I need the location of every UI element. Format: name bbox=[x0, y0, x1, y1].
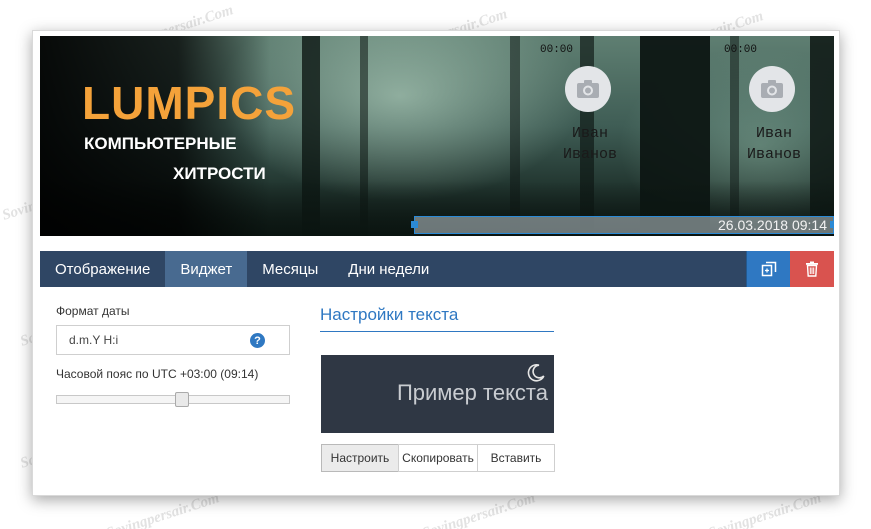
tab-widget[interactable]: Виджет bbox=[165, 251, 248, 287]
camera-icon bbox=[565, 66, 611, 112]
paste-button[interactable]: Вставить bbox=[477, 444, 555, 472]
resize-handle-left[interactable] bbox=[411, 221, 418, 228]
copy-widget-button[interactable] bbox=[746, 251, 790, 287]
logo-title: LUMPICS bbox=[82, 77, 296, 129]
text-settings-title: Настройки текста bbox=[320, 305, 554, 332]
logo-subtitle-line1: КОМПЬЮТЕРНЫЕ bbox=[84, 134, 237, 153]
date-format-value: d.m.Y H:i bbox=[69, 333, 119, 347]
date-format-label: Формат даты bbox=[56, 304, 130, 318]
timezone-slider-thumb[interactable] bbox=[175, 392, 189, 407]
avatar-time: 00:00 bbox=[540, 44, 574, 56]
widget-settings-panel: Формат даты d.m.Y H:i ? Часовой пояс по … bbox=[40, 287, 834, 491]
avatar-last-name: Иванов bbox=[746, 146, 801, 163]
trash-icon bbox=[806, 261, 818, 277]
copy-button[interactable]: Скопировать bbox=[398, 444, 478, 472]
watermark: Sovingpersair.Com bbox=[706, 490, 824, 529]
preview-text: Пример текста bbox=[396, 380, 548, 405]
logo-subtitle-line2: ХИТРОСТИ bbox=[173, 164, 266, 183]
banner-preview: LUMPICS КОМПЬЮТЕРНЫЕ ХИТРОСТИ 00:00 Иван… bbox=[40, 36, 834, 236]
avatar-first-name: Иван bbox=[755, 125, 792, 142]
timezone-label: Часовой пояс по UTC +03:00 (09:14) bbox=[56, 367, 259, 381]
avatar-first-name: Иван bbox=[571, 125, 608, 142]
avatar-last-name: Иванов bbox=[562, 146, 617, 163]
copy-icon bbox=[761, 261, 776, 277]
avatar-name: Иван Иванов bbox=[540, 123, 640, 165]
tab-display[interactable]: Отображение bbox=[40, 251, 165, 287]
text-settings-actions: Настроить Скопировать Вставить bbox=[321, 444, 555, 472]
widget-tabs-bar: Отображение Виджет Месяцы Дни недели bbox=[40, 251, 834, 287]
datetime-text: 26.03.2018 09:14 bbox=[718, 217, 827, 233]
date-format-input[interactable]: d.m.Y H:i ? bbox=[56, 325, 290, 355]
configure-button[interactable]: Настроить bbox=[321, 444, 399, 472]
watermark: Sovingpersair.Com bbox=[104, 490, 222, 529]
text-preview: Пример текста bbox=[321, 355, 554, 433]
widget-editor-frame: LUMPICS КОМПЬЮТЕРНЫЕ ХИТРОСТИ 00:00 Иван… bbox=[32, 30, 840, 496]
datetime-widget[interactable]: 26.03.2018 09:14 bbox=[411, 216, 834, 234]
tab-weekdays[interactable]: Дни недели bbox=[333, 251, 444, 287]
watermark: Sovingpersair.Com bbox=[420, 490, 538, 529]
tab-months[interactable]: Месяцы bbox=[247, 251, 333, 287]
avatar-name: Иван Иванов bbox=[724, 123, 824, 165]
avatar-time: 00:00 bbox=[724, 44, 758, 56]
timezone-slider[interactable] bbox=[56, 392, 290, 407]
tab-actions bbox=[746, 251, 834, 287]
resize-handle-right[interactable] bbox=[830, 221, 834, 228]
camera-icon bbox=[749, 66, 795, 112]
delete-widget-button[interactable] bbox=[790, 251, 834, 287]
help-icon[interactable]: ? bbox=[250, 333, 265, 348]
